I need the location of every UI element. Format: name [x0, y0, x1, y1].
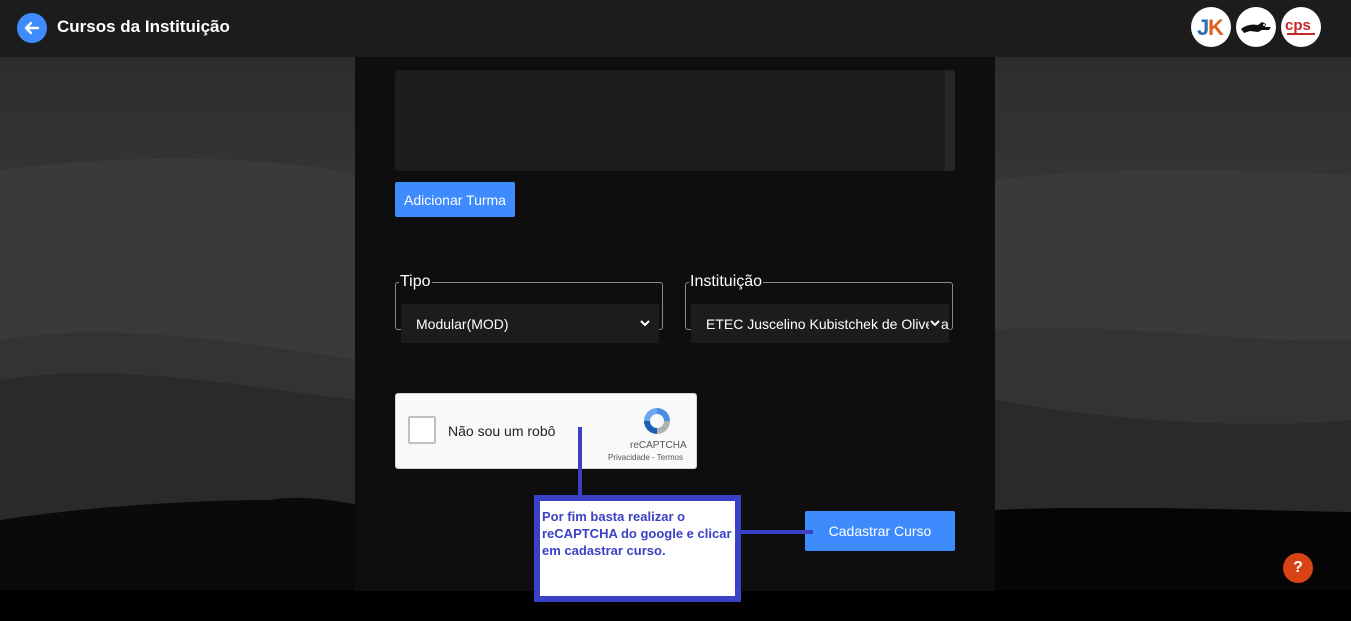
turmas-list-area[interactable]	[395, 70, 955, 171]
instituicao-label: Instituição	[690, 273, 763, 290]
cps-logo: cps	[1281, 7, 1321, 47]
instituicao-selected-value: ETEC Juscelino Kubistchek de Oliveira	[706, 315, 949, 332]
tipo-label: Tipo	[400, 273, 431, 290]
tipo-fieldset: Tipo Modular(MOD)	[395, 273, 663, 343]
add-turma-button[interactable]: Adicionar Turma	[395, 182, 515, 217]
top-app-bar: Cursos da Instituição J K cps	[0, 0, 1351, 57]
annotation-callout: Por fim basta realizar o reCAPTCHA do go…	[534, 495, 741, 602]
recaptcha-label: Não sou um robô	[448, 423, 556, 439]
tipo-selected-value: Modular(MOD)	[416, 315, 509, 332]
back-button[interactable]	[17, 13, 47, 43]
instituicao-select[interactable]: ETEC Juscelino Kubistchek de Oliveira	[691, 304, 949, 343]
svg-text:K: K	[1208, 15, 1224, 40]
recaptcha-widget: Não sou um robô reCAPTCHA Privacidade - …	[395, 393, 697, 469]
scrollbar[interactable]	[945, 70, 955, 171]
help-button[interactable]: ?	[1283, 553, 1313, 583]
cadastrar-curso-button[interactable]: Cadastrar Curso	[805, 511, 955, 551]
jk-logo: J K	[1191, 7, 1231, 47]
tipo-select[interactable]: Modular(MOD)	[401, 304, 659, 343]
chevron-down-icon	[929, 317, 941, 329]
annotation-connector-vertical	[578, 427, 582, 497]
terms-link[interactable]: Termos	[657, 453, 683, 462]
recaptcha-checkbox[interactable]	[408, 416, 436, 444]
annotation-text: Por fim basta realizar o reCAPTCHA do go…	[542, 509, 732, 558]
annotation-connector-horizontal	[739, 530, 813, 534]
chevron-down-icon	[639, 317, 651, 329]
privacy-link[interactable]: Privacidade	[608, 453, 650, 462]
page-title: Cursos da Instituição	[57, 17, 230, 36]
recaptcha-icon	[644, 408, 670, 434]
recaptcha-links: Privacidade - Termos	[608, 453, 683, 462]
svg-text:cps: cps	[1285, 17, 1311, 34]
links-separator: -	[649, 453, 657, 462]
instituicao-fieldset: Instituição ETEC Juscelino Kubistchek de…	[685, 273, 953, 343]
arrow-left-icon	[24, 21, 40, 35]
recaptcha-brand: reCAPTCHA	[630, 440, 687, 451]
mustang-logo	[1236, 7, 1276, 47]
